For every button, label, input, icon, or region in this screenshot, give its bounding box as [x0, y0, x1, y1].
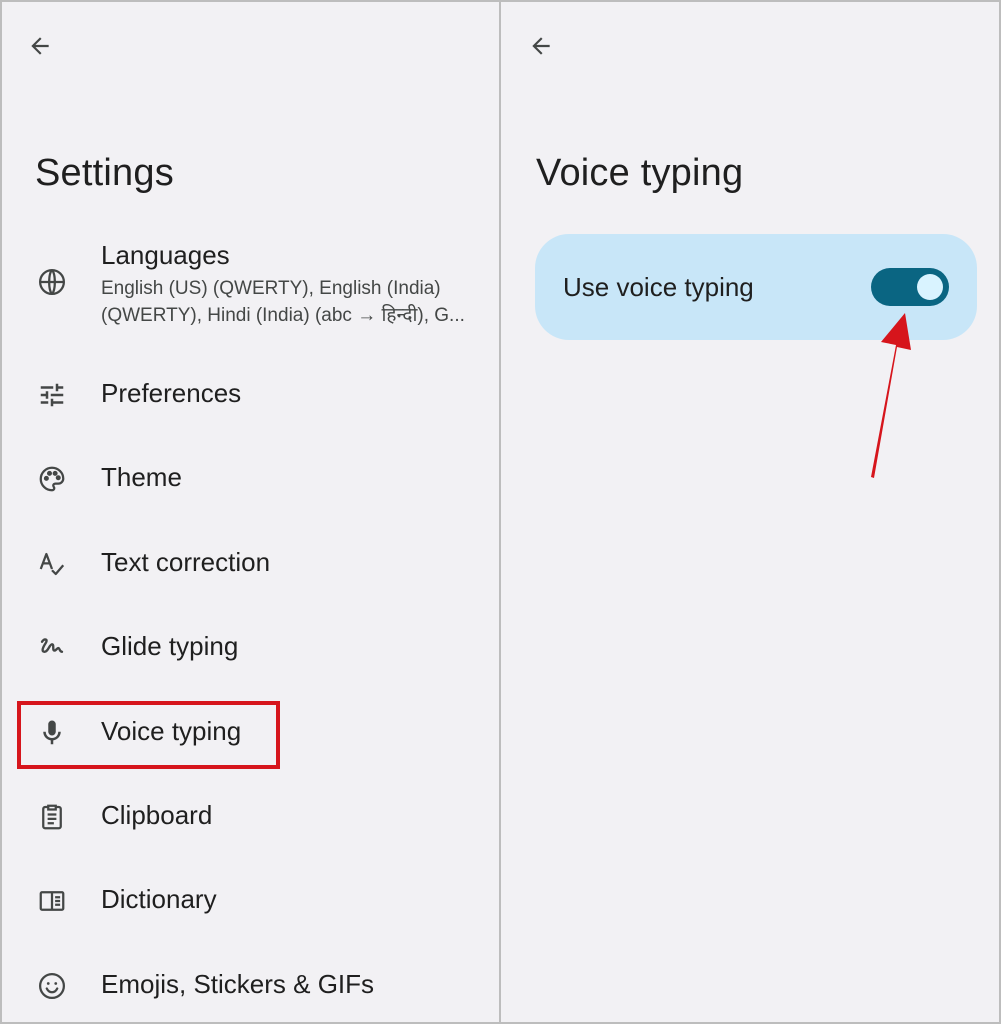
back-arrow-icon — [31, 37, 49, 55]
switch-knob — [917, 274, 943, 300]
page-title: Voice typing — [536, 152, 744, 194]
settings-item-label: Languages — [101, 240, 230, 270]
dictionary-icon — [36, 885, 68, 917]
use-voice-typing-switch[interactable] — [871, 268, 949, 306]
clipboard-icon — [36, 801, 68, 833]
settings-item-theme[interactable]: Theme — [0, 456, 499, 502]
settings-item-clipboard[interactable]: Clipboard — [0, 794, 499, 840]
globe-icon — [36, 266, 68, 298]
settings-item-label: Theme — [101, 462, 182, 492]
settings-item-label: Dictionary — [101, 884, 217, 914]
page-title: Settings — [35, 152, 174, 194]
languages-summary: English (US) (QWERTY), English (India) (… — [101, 275, 476, 329]
settings-item-label: Preferences — [101, 378, 242, 408]
annotation-highlight-box — [17, 701, 280, 769]
settings-item-text-correction[interactable]: Text correction — [0, 541, 499, 587]
settings-item-label: Text correction — [101, 547, 271, 577]
use-voice-typing-row[interactable]: Use voice typing — [535, 234, 977, 340]
back-button[interactable] — [523, 28, 559, 64]
languages-summary-line-1: English (US) (QWERTY), English (India) — [101, 278, 441, 299]
settings-item-languages[interactable]: Languages English (US) (QWERTY), English… — [0, 238, 499, 338]
voice-typing-pane: Voice typing Use voice typing — [501, 0, 1001, 1024]
settings-item-preferences[interactable]: Preferences — [0, 372, 499, 418]
settings-item-label: Clipboard — [101, 800, 213, 830]
back-arrow-icon — [532, 37, 550, 55]
spellcheck-icon — [36, 548, 68, 580]
settings-item-label: Emojis, Stickers & GIFs — [101, 969, 375, 999]
settings-pane: Settings Languages English (US) (QWERTY)… — [0, 0, 499, 1024]
settings-item-dictionary[interactable]: Dictionary — [0, 878, 499, 924]
gesture-icon — [36, 632, 68, 664]
emoji-icon — [36, 970, 68, 1002]
back-button[interactable] — [22, 28, 58, 64]
settings-item-glide-typing[interactable]: Glide typing — [0, 625, 499, 671]
palette-icon — [36, 463, 68, 495]
use-voice-typing-label: Use voice typing — [563, 272, 754, 302]
settings-item-label: Glide typing — [101, 631, 239, 661]
languages-summary-line-2: (QWERTY), Hindi (India) (abc → हिन्दी), … — [101, 305, 465, 326]
settings-item-emojis[interactable]: Emojis, Stickers & GIFs — [0, 963, 499, 1009]
tune-sliders-icon — [36, 379, 68, 411]
